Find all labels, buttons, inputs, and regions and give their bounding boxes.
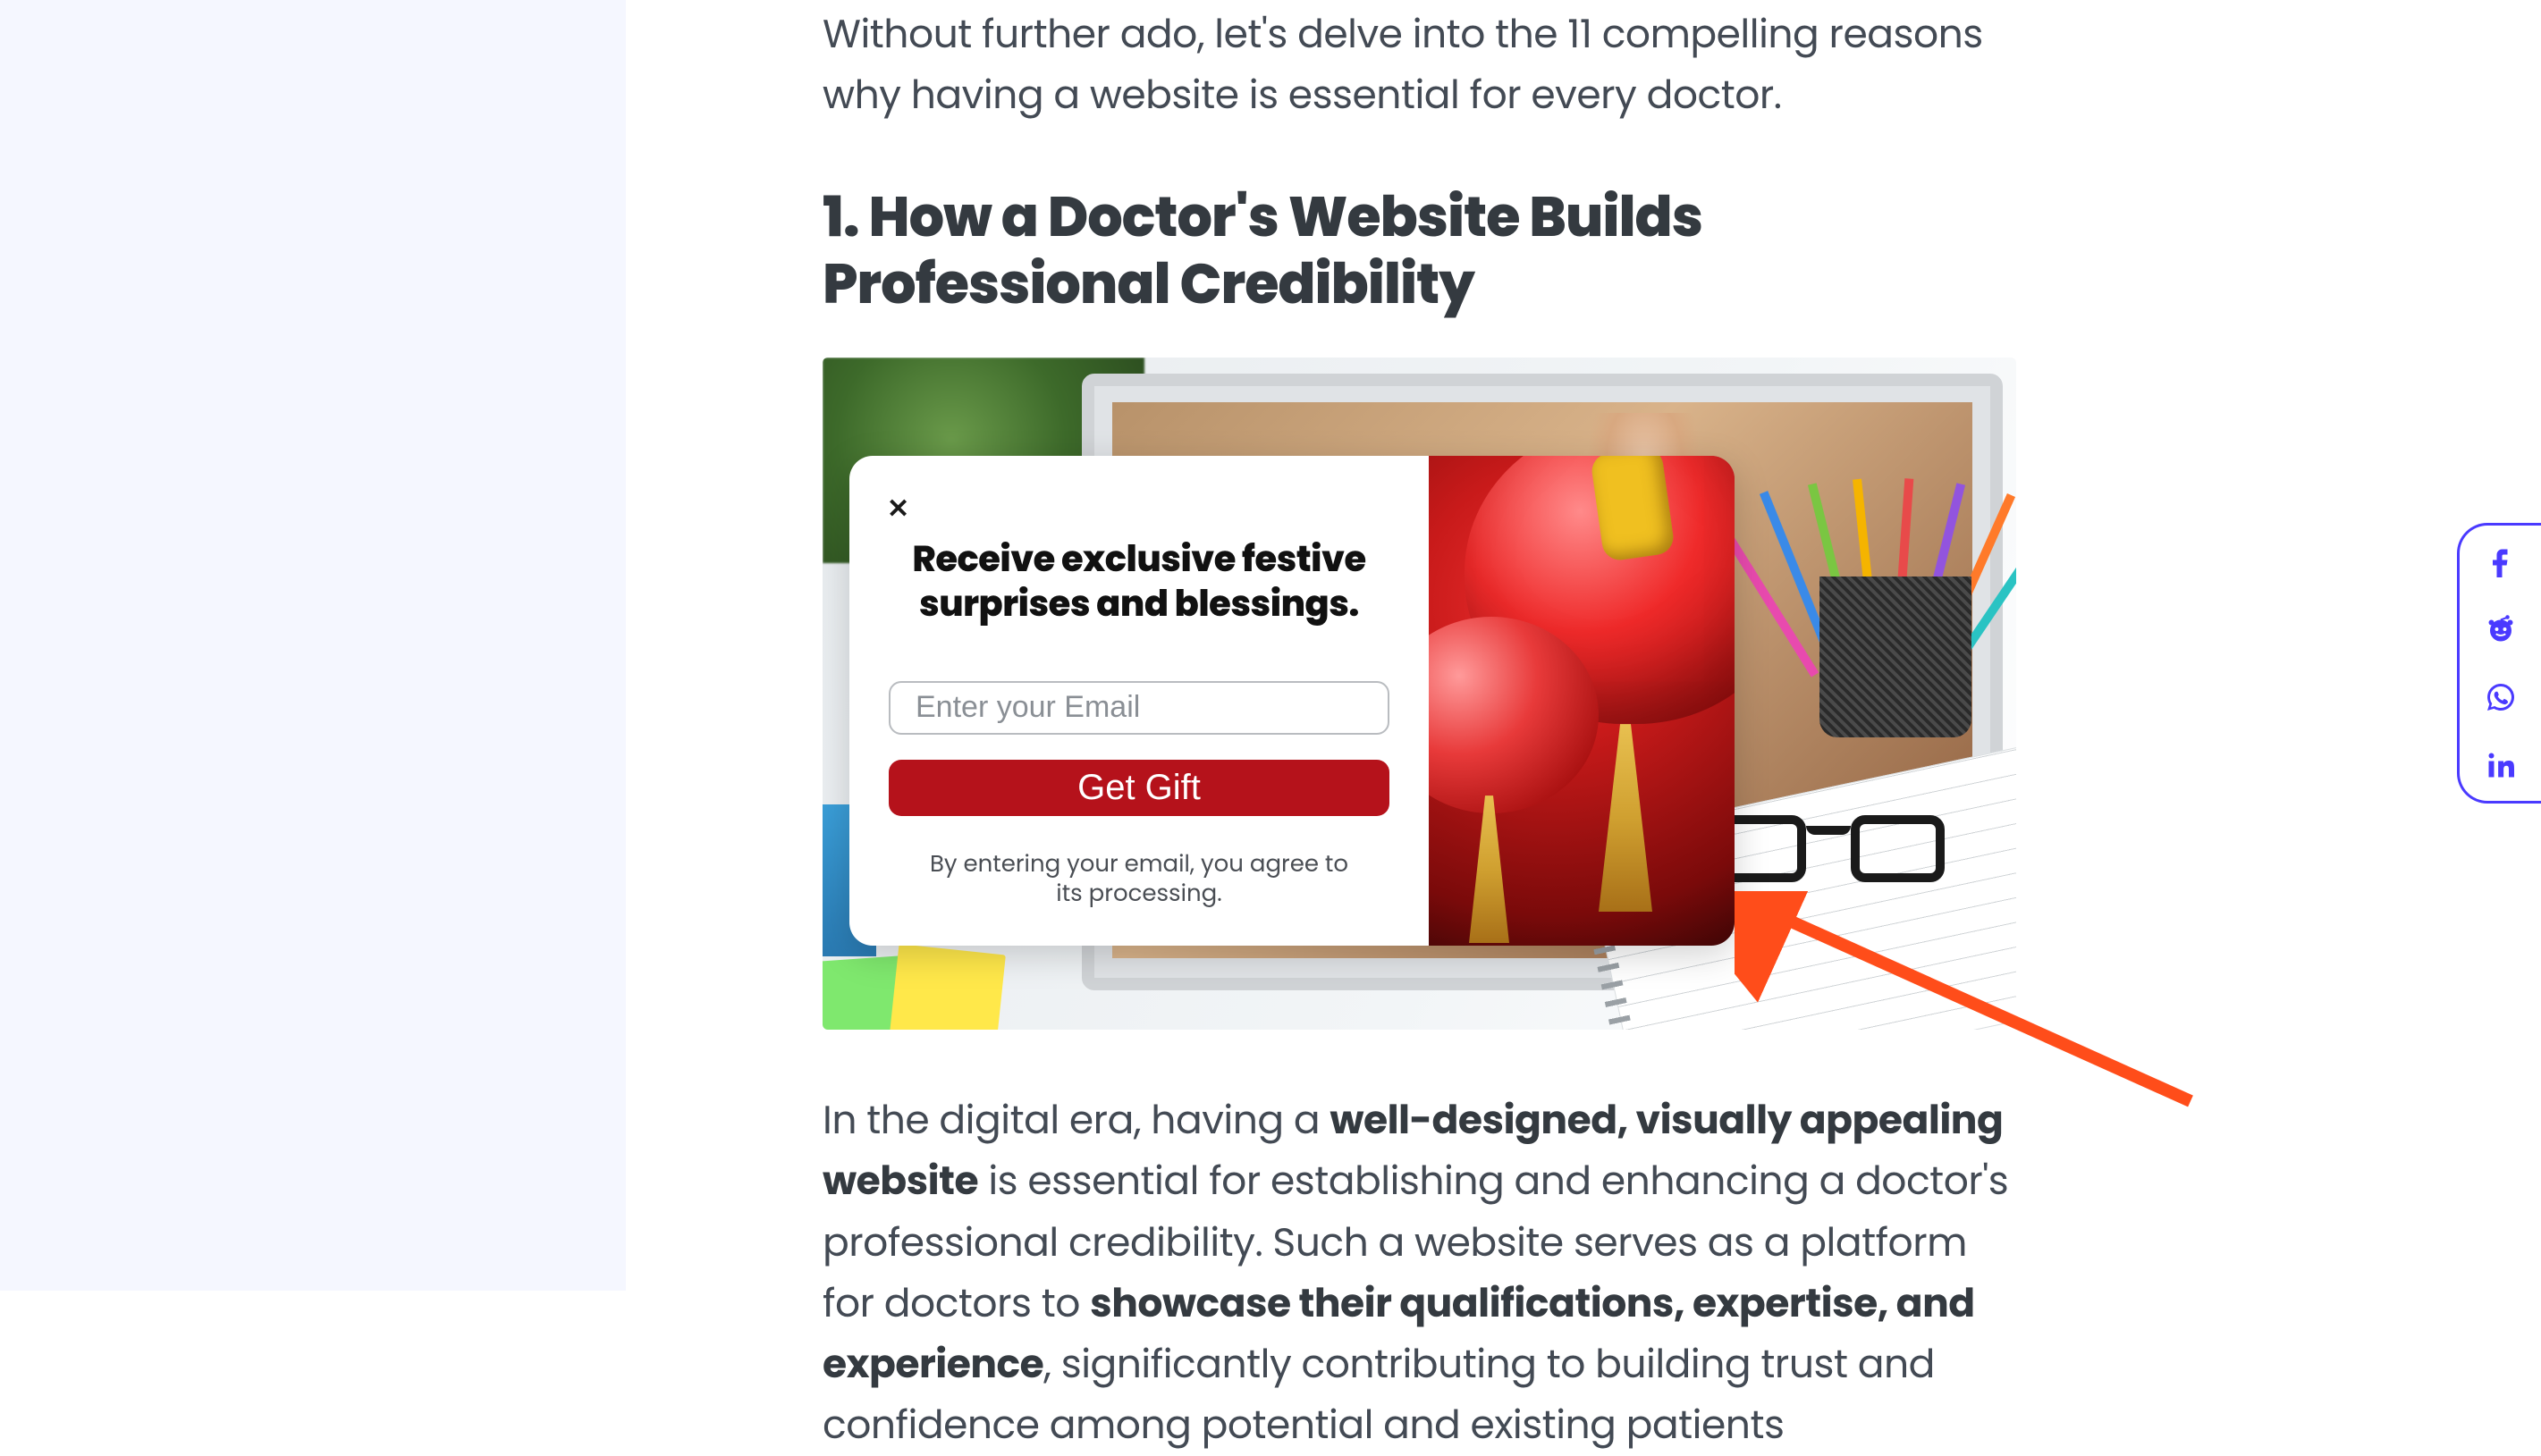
facebook-icon[interactable] — [2485, 545, 2517, 577]
popup-title: Receive exclusive festive surprises and … — [889, 536, 1389, 626]
glasses-illustration — [1712, 815, 1945, 896]
reddit-icon[interactable] — [2485, 613, 2517, 645]
email-popup: ✕ Receive exclusive festive surprises an… — [849, 456, 1735, 946]
popup-lantern-image — [1429, 456, 1735, 946]
hero-image: ✕ Receive exclusive festive surprises an… — [823, 358, 2016, 1030]
pencil-cup — [1784, 433, 1989, 737]
close-icon[interactable]: ✕ — [887, 495, 909, 522]
whatsapp-icon[interactable] — [2485, 681, 2517, 713]
intro-paragraph: Without further ado, let's delve into th… — [823, 4, 2021, 126]
section-heading: 1. How a Doctor's Website Builds Profess… — [823, 184, 2021, 317]
email-field[interactable] — [889, 681, 1389, 734]
body-paragraph: In the digital era, having a well-design… — [823, 1090, 2021, 1456]
sidebar-background — [0, 0, 626, 1291]
share-sidebar — [2457, 523, 2541, 804]
linkedin-icon[interactable] — [2485, 749, 2517, 781]
article-content: Without further ado, let's delve into th… — [823, 0, 2021, 1456]
get-gift-button[interactable]: Get Gift — [889, 760, 1389, 816]
body-text-1: In the digital era, having a — [823, 1093, 1330, 1148]
popup-disclaimer: By entering your email, you agree to its… — [924, 850, 1354, 911]
popup-form: ✕ Receive exclusive festive surprises an… — [849, 456, 1429, 946]
